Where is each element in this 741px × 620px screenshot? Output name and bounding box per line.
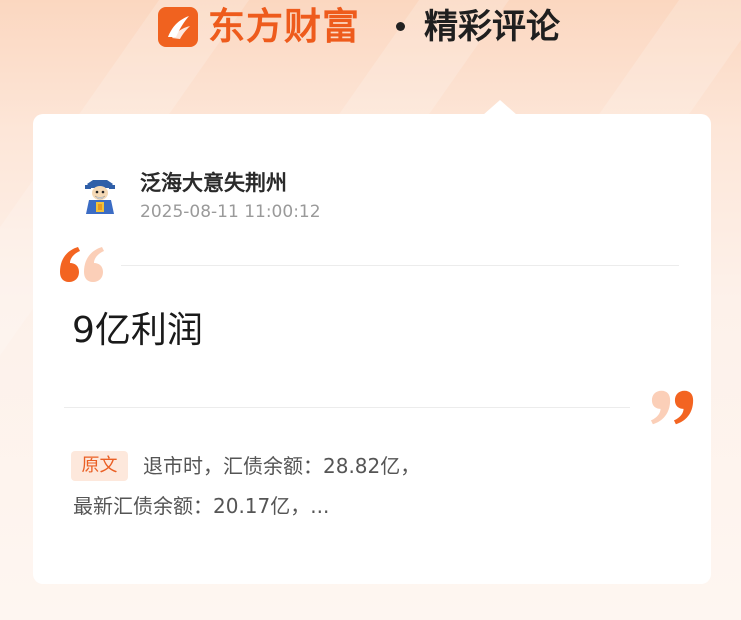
header: 东方财富 精彩评论 — [0, 0, 741, 56]
original-badge[interactable]: 原文 — [71, 451, 128, 481]
separator-dot — [396, 22, 405, 31]
close-quote-icon — [650, 386, 696, 432]
divider-bottom — [64, 407, 630, 408]
eastmoney-logo-icon — [158, 7, 198, 47]
section-title: 精彩评论 — [424, 7, 560, 47]
username[interactable]: 泛海大意失荆州 — [140, 169, 287, 197]
original-excerpt-line[interactable]: 最新汇债余额：20.17亿，... — [73, 491, 329, 521]
card-notch — [483, 100, 517, 115]
divider-top — [121, 265, 679, 266]
avatar[interactable] — [81, 176, 119, 216]
brand-name: 东方财富 — [208, 5, 360, 48]
original-excerpt-line[interactable]: 退市时，汇债余额：28.82亿， — [143, 451, 420, 481]
open-quote-icon — [58, 244, 106, 290]
post-timestamp: 2025-08-11 11:00:12 — [140, 202, 321, 222]
comment-text: 9亿利润 — [72, 310, 203, 351]
